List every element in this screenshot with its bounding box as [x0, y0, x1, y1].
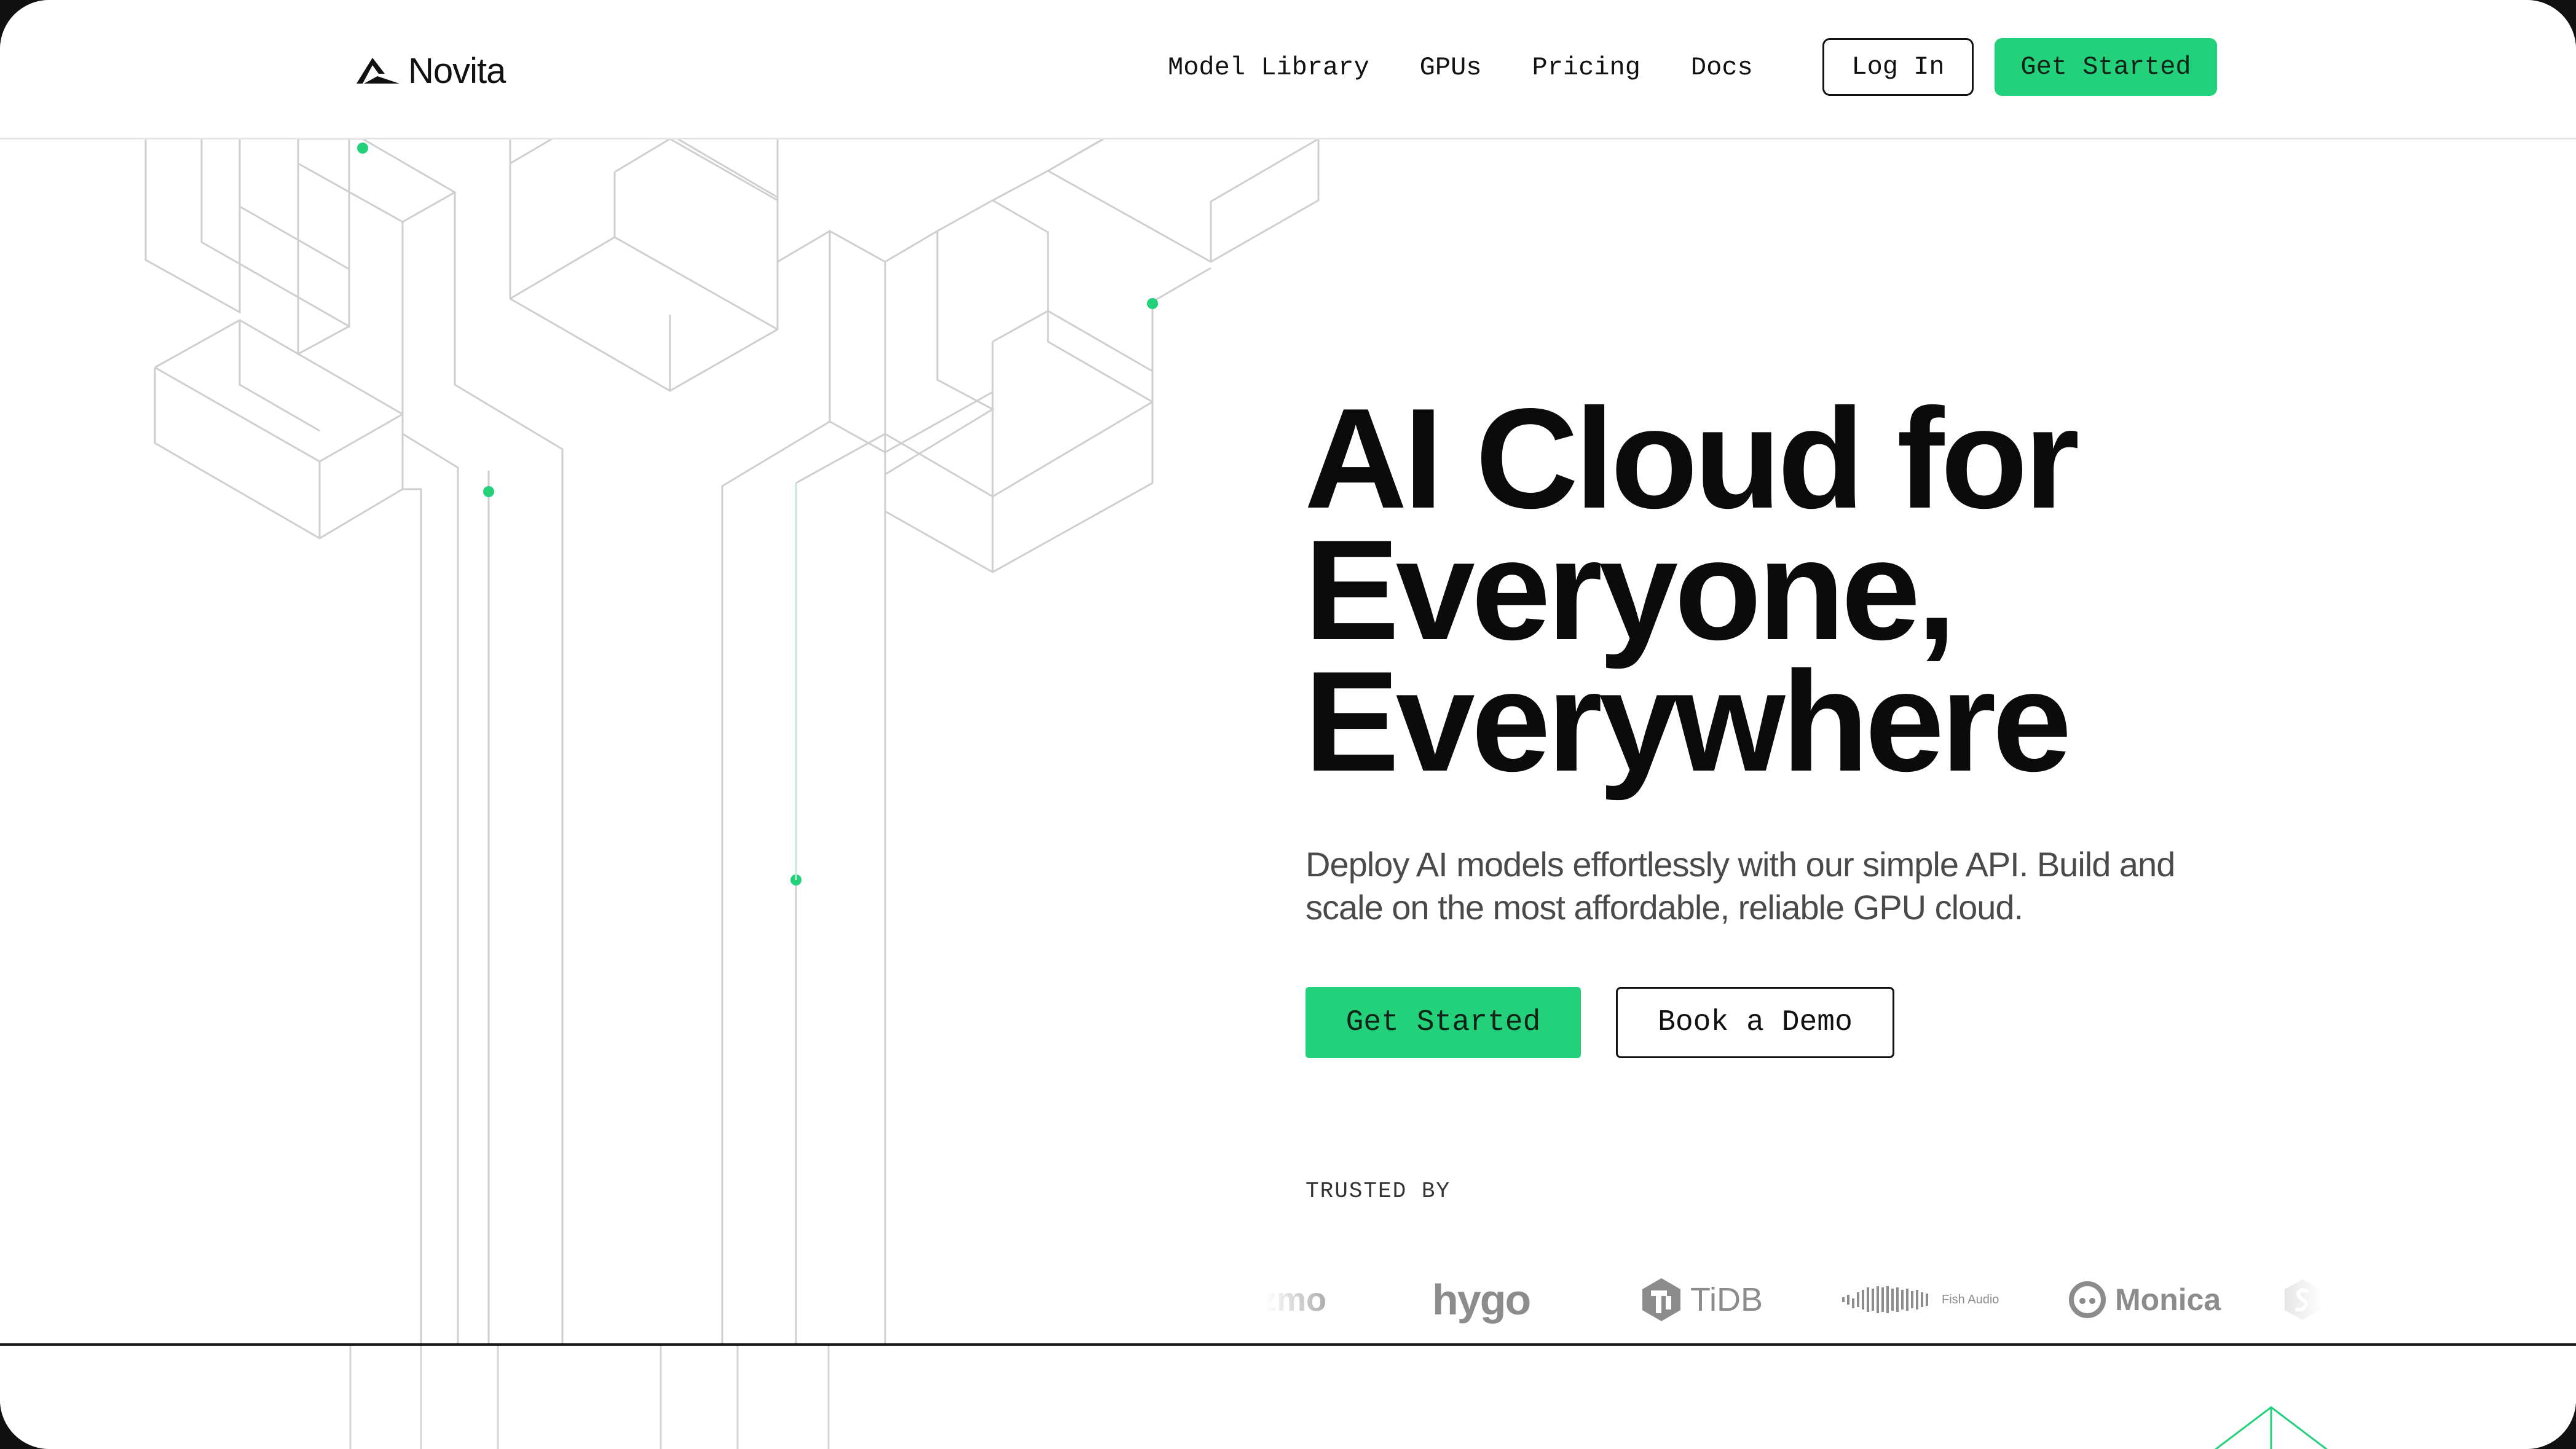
monica-logo-text: Monica [2115, 1282, 2221, 1317]
nav-item-gpus[interactable]: GPUs [1420, 53, 1482, 82]
fish-audio-logo-text: Fish Audio [1942, 1292, 1999, 1306]
hero-subtitle: Deploy AI models effortlessly with our s… [1306, 845, 2175, 927]
monica-logo: Monica [2068, 1266, 2221, 1333]
hygo-logo-text: hygo [1432, 1276, 1531, 1324]
connection-node-dot [483, 486, 494, 497]
hero-title-line: AI Cloud for [1304, 379, 2079, 538]
logo-strip-fade-left [1266, 1266, 1340, 1333]
novita-logo-icon [356, 58, 400, 84]
header-get-started-button[interactable]: Get Started [1995, 38, 2217, 96]
fish-audio-waveform-icon [1842, 1286, 1928, 1313]
hero-title: AI Cloud for Everyone, Everywhere [1304, 379, 2349, 801]
connection-node-dot [1147, 298, 1158, 309]
next-section-preview [0, 1343, 2576, 1449]
hero-title-line: Everywhere [1304, 642, 2072, 801]
connection-node-dot [357, 143, 368, 154]
nav-item-docs[interactable]: Docs [1691, 53, 1753, 82]
brand-name: Novita [408, 50, 506, 91]
logo-strip-fade-right [2250, 1266, 2323, 1333]
login-button[interactable]: Log In [1822, 38, 1974, 96]
main-nav: Model Library GPUs Pricing Docs [1168, 49, 1753, 86]
hero-get-started-button[interactable]: Get Started [1306, 987, 1581, 1058]
site-header: Novita Model Library GPUs Pricing Docs L… [0, 0, 2576, 139]
fish-audio-logo: Fish Audio [1841, 1266, 1999, 1333]
nav-item-model-library[interactable]: Model Library [1168, 53, 1369, 82]
lower-line-art [349, 1346, 2328, 1449]
nav-item-pricing[interactable]: Pricing [1532, 53, 1640, 82]
hygo-logo: hygo [1432, 1266, 1531, 1333]
trusted-by-label: TRUSTED BY [1306, 1179, 1451, 1204]
tidb-logo-text: TiDB [1690, 1281, 1763, 1318]
brand-logo[interactable]: Novita [356, 49, 506, 92]
monica-face-icon [2069, 1281, 2106, 1318]
book-demo-button[interactable]: Book a Demo [1616, 987, 1894, 1058]
tidb-icon [1642, 1278, 1680, 1321]
tidb-logo: TiDB [1641, 1266, 1763, 1333]
hero-title-line: Everyone, [1304, 511, 1956, 670]
landing-page: Novita Model Library GPUs Pricing Docs L… [0, 0, 2576, 1449]
trusted-logos-strip: zmo hygo TiDB [1266, 1266, 2323, 1333]
isometric-line-art [144, 139, 1320, 1343]
